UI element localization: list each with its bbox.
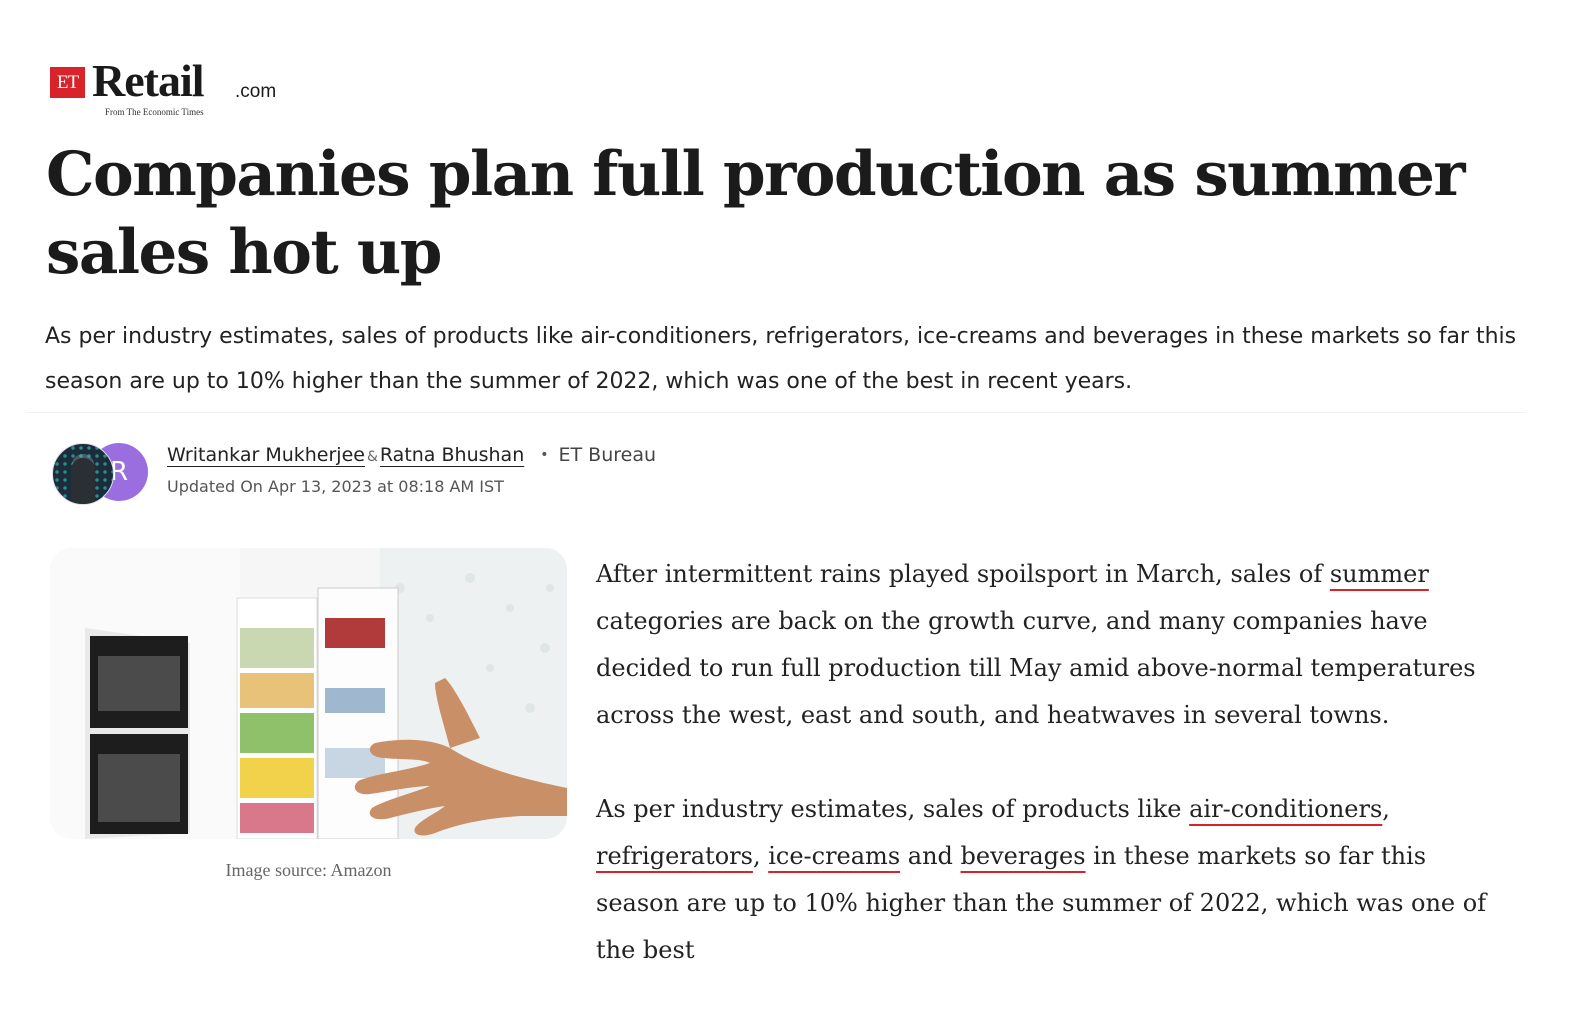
article-summary: As per industry estimates, sales of prod… bbox=[45, 324, 1517, 394]
keyword-link-beverages[interactable]: beverages bbox=[961, 842, 1086, 870]
byline: Writankar Mukherjee & Ratna Bhushan • ET Bur… bbox=[167, 444, 656, 466]
article-body: After intermittent rains played spoilspo… bbox=[596, 551, 1516, 1021]
keyword-link-air-conditioners[interactable]: air-conditioners bbox=[1189, 795, 1382, 823]
p2-text-b: , bbox=[1382, 795, 1390, 823]
keyword-link-ice-creams[interactable]: ice-creams bbox=[768, 842, 900, 870]
author-separator: & bbox=[366, 449, 378, 465]
image-caption: Image source: Amazon bbox=[225, 860, 392, 880]
bureau-label: ET Bureau bbox=[558, 444, 657, 466]
article-title: Companies plan full production as summer… bbox=[46, 139, 1466, 288]
logo-wordmark: Retail bbox=[92, 55, 205, 106]
p2-text-c: , bbox=[752, 842, 769, 870]
p2-text-a: As per industry estimates, sales of prod… bbox=[596, 795, 1190, 823]
bullet-separator: • bbox=[540, 447, 549, 463]
p1-text-a: After intermittent rains played spoilspo… bbox=[596, 560, 1330, 588]
etretail-logo[interactable]: ET Retail .com From The Economic Times bbox=[50, 55, 290, 122]
body-paragraph-1: After intermittent rains played spoilspo… bbox=[596, 551, 1516, 739]
author-link-ratna[interactable]: Ratna Bhushan bbox=[380, 444, 524, 466]
keyword-link-refrigerators[interactable]: refrigerators bbox=[596, 842, 753, 870]
divider bbox=[26, 412, 1526, 413]
keyword-link-summer[interactable]: summer bbox=[1330, 560, 1429, 588]
p1-text-b: categories are back on the growth curve,… bbox=[596, 607, 1476, 729]
p2-text-d: and bbox=[900, 842, 961, 870]
article-image[interactable] bbox=[50, 548, 567, 839]
author-link-writankar[interactable]: Writankar Mukherjee bbox=[167, 444, 365, 466]
updated-timestamp: Updated On Apr 13, 2023 at 08:18 AM IST bbox=[167, 477, 504, 496]
body-paragraph-2: As per industry estimates, sales of prod… bbox=[596, 786, 1516, 974]
logo-tagline: From The Economic Times bbox=[105, 107, 204, 117]
author-avatar-writankar[interactable] bbox=[52, 443, 114, 505]
et-badge: ET bbox=[50, 67, 85, 98]
avatar-photo bbox=[71, 458, 95, 504]
logo-domain: .com bbox=[235, 81, 277, 102]
fridge-photo bbox=[50, 548, 567, 839]
